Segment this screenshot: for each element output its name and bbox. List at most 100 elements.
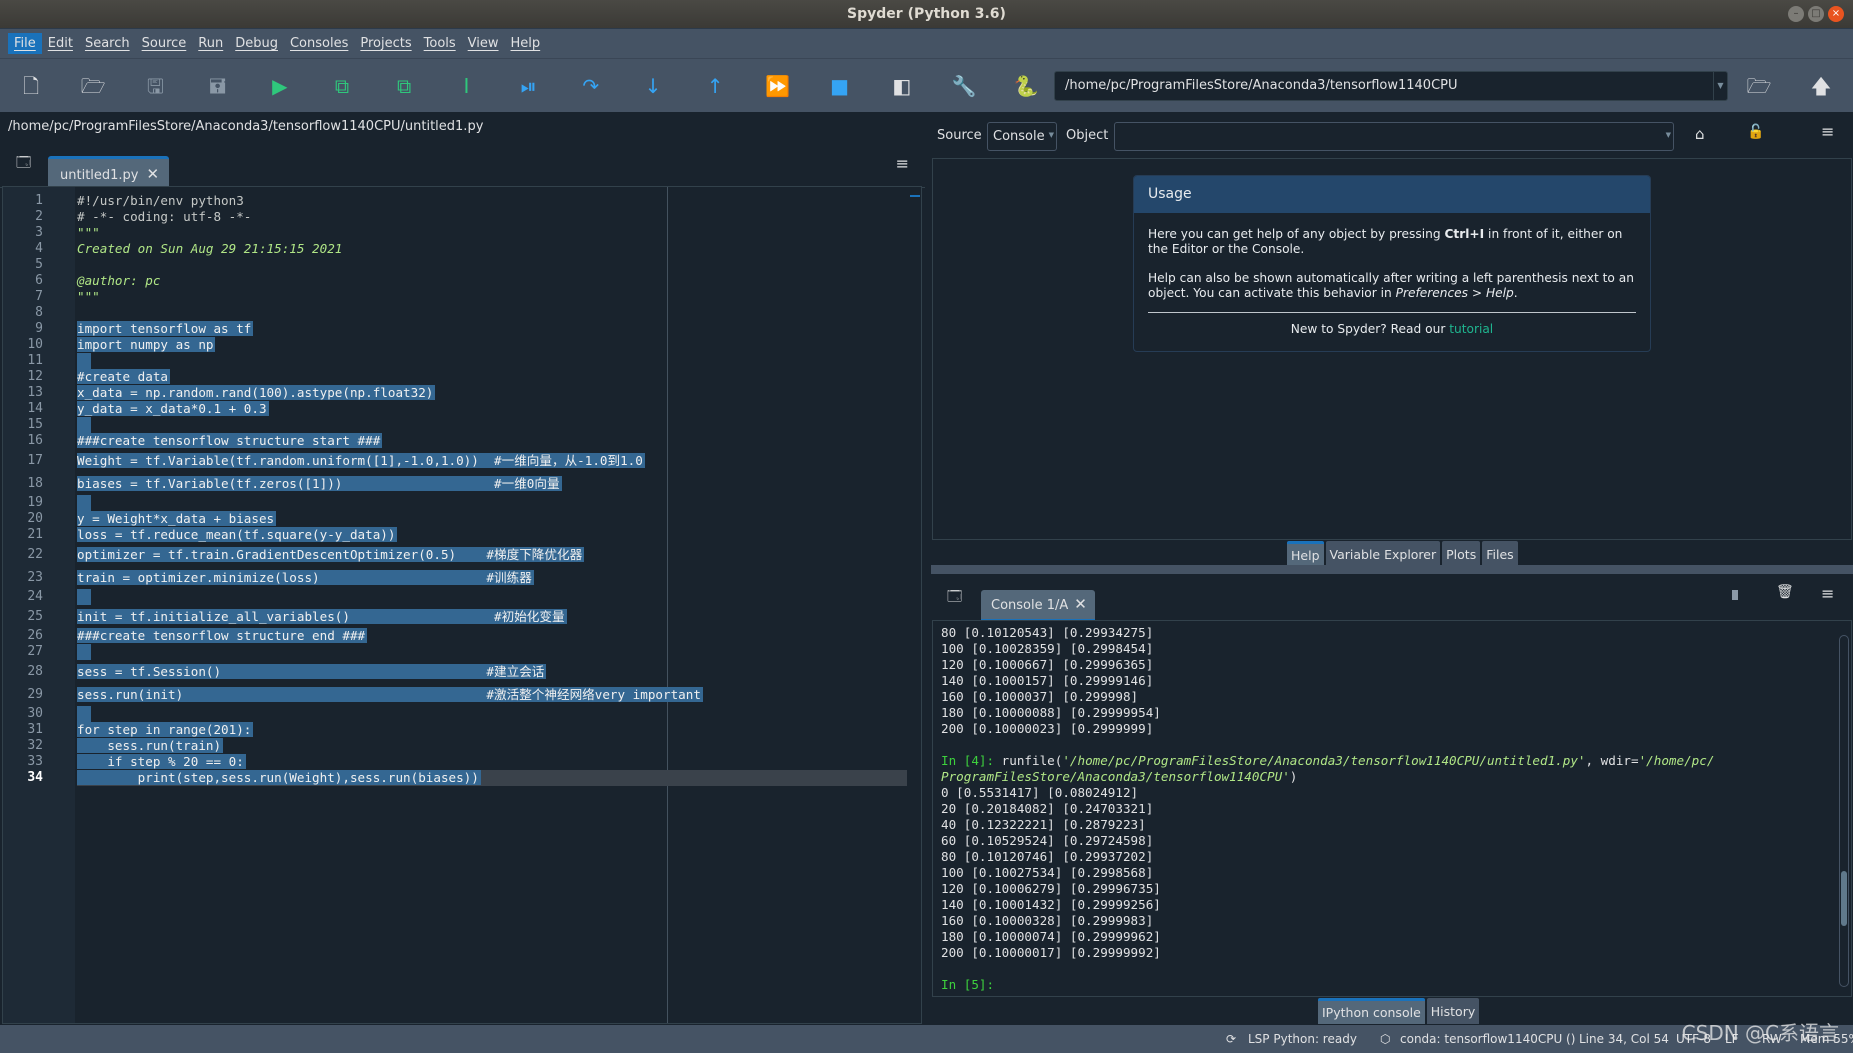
code-line[interactable]: #create data — [77, 369, 170, 385]
open-file-icon[interactable]: 🗁 — [78, 71, 108, 101]
menu-help[interactable]: Help — [505, 33, 547, 54]
stop-icon[interactable]: ■ — [825, 71, 855, 101]
preferences-icon[interactable]: 🔧 — [949, 71, 979, 101]
code-line[interactable]: ###create tensorflow structure end ### — [77, 628, 368, 644]
code-line[interactable] — [77, 644, 91, 660]
lock-icon[interactable]: 🔓 — [1747, 124, 1764, 140]
code-text: for step in range(201): — [77, 722, 254, 737]
tab-help[interactable]: Help — [1287, 541, 1324, 567]
stop-icon[interactable] — [1732, 590, 1738, 600]
step-icon[interactable]: ↷ — [576, 71, 606, 101]
code-line[interactable]: @author: pc — [77, 273, 160, 289]
run-icon[interactable]: ▶ — [265, 71, 295, 101]
line-number: 23 — [27, 569, 43, 585]
folder-open-icon[interactable]: 🗁 — [1744, 71, 1774, 101]
save-all-icon[interactable]: 🖬 — [203, 71, 233, 101]
options-menu-icon[interactable]: ≡ — [1821, 584, 1834, 603]
pane-splitter[interactable] — [931, 565, 1853, 574]
code-line[interactable]: import numpy as np — [77, 337, 216, 353]
step-return-icon[interactable]: ↑ — [700, 71, 730, 101]
home-icon[interactable]: ⌂ — [1695, 125, 1705, 143]
code-line[interactable]: Weight = tf.Variable(tf.random.uniform([… — [77, 449, 645, 472]
code-line[interactable]: #!/usr/bin/env python3 — [77, 193, 244, 209]
code-editor[interactable]: 1 2 3 4 5 6 7 8 9 10 11 12 13 14 15 16 17 18 19 20 21 22 23 24 2… — [2, 186, 922, 1024]
code-line[interactable]: y = Weight*x_data + biases — [77, 511, 277, 527]
close-icon[interactable]: ✕ — [147, 165, 160, 183]
menu-source[interactable]: Source — [136, 33, 193, 54]
code-line[interactable] — [77, 706, 91, 722]
code-line[interactable]: """ — [77, 225, 100, 241]
menu-debug[interactable]: Debug — [229, 33, 284, 54]
options-menu-icon[interactable]: ≡ — [896, 154, 909, 173]
tab-console-1a[interactable]: Console 1/A ✕ — [981, 590, 1095, 622]
maximize-button[interactable]: □ — [1808, 6, 1824, 22]
scrollbar-thumb[interactable] — [1841, 871, 1847, 926]
tab-variable-explorer[interactable]: Variable Explorer — [1325, 541, 1441, 567]
save-icon[interactable]: 🖫 — [140, 71, 170, 101]
code-line[interactable]: """ — [77, 289, 100, 305]
code-line[interactable]: import tensorflow as tf — [77, 321, 254, 337]
chevron-down-icon[interactable]: ▼ — [1713, 72, 1727, 100]
code-line[interactable]: if step % 20 == 0: — [77, 754, 246, 770]
tab-files[interactable]: Files — [1482, 541, 1518, 567]
code-line[interactable]: sess.run(train) — [77, 738, 224, 754]
step-into-icon[interactable]: ↓ — [638, 71, 668, 101]
code-line[interactable]: Created on Sun Aug 29 21:15:15 2021 — [77, 241, 342, 257]
menu-consoles[interactable]: Consoles — [284, 33, 354, 54]
debug-icon[interactable]: ⏯ — [514, 71, 544, 101]
code-line[interactable]: for step in range(201): — [77, 722, 254, 738]
source-combo[interactable]: Console ▼ — [987, 122, 1057, 151]
code-line[interactable] — [77, 495, 91, 511]
code-line[interactable]: optimizer = tf.train.GradientDescentOpti… — [77, 543, 585, 566]
menu-projects[interactable]: Projects — [354, 33, 417, 54]
run-cell-advance-icon[interactable]: ⧉ — [389, 71, 419, 101]
code-line[interactable]: x_data = np.random.rand(100).astype(np.f… — [77, 385, 436, 401]
code-line[interactable]: y_data = x_data*0.1 + 0.3 — [77, 401, 269, 417]
code-line[interactable] — [77, 417, 91, 433]
maximize-pane-icon[interactable]: ◧ — [887, 71, 917, 101]
code-line[interactable]: init = tf.initialize_all_variables() #初始… — [77, 605, 567, 628]
line-number: 2 — [35, 209, 43, 224]
code-line[interactable]: ###create tensorflow structure start ### — [77, 433, 383, 449]
menu-tools[interactable]: Tools — [418, 33, 462, 54]
ipython-console[interactable]: 80 [0.10120543] [0.29934275] 100 [0.10028… — [932, 620, 1852, 997]
code-line[interactable] — [77, 589, 91, 605]
browse-tabs-icon[interactable]: 🗔 — [947, 586, 962, 610]
menu-file[interactable]: File — [8, 33, 42, 54]
options-menu-icon[interactable]: ≡ — [1821, 122, 1834, 141]
tutorial-link[interactable]: tutorial — [1449, 322, 1493, 336]
close-icon[interactable]: ✕ — [1074, 595, 1087, 613]
trash-icon[interactable]: 🗑 — [1776, 584, 1794, 600]
code-line[interactable]: print(step,sess.run(Weight),sess.run(bia… — [77, 770, 481, 786]
menu-run[interactable]: Run — [192, 33, 229, 54]
continue-icon[interactable]: ⏩ — [762, 71, 792, 101]
code-line[interactable]: sess.run(init) #激活整个神经网络very important — [77, 683, 703, 706]
object-combo[interactable]: ▼ — [1114, 122, 1674, 151]
menu-edit[interactable]: Edit — [42, 33, 79, 54]
minimize-button[interactable]: – — [1788, 6, 1804, 22]
menu-search[interactable]: Search — [79, 33, 136, 54]
code-line[interactable]: sess = tf.Session() #建立会话 — [77, 660, 547, 683]
console-line: 140 [0.10001432] [0.29999256] — [941, 897, 1161, 912]
tab-plots[interactable]: Plots — [1442, 541, 1481, 567]
code-line[interactable]: # -*- coding: utf-8 -*- — [77, 209, 251, 225]
run-cell-icon[interactable]: ⧉ — [327, 71, 357, 101]
new-file-icon[interactable]: 🗋 — [16, 71, 46, 101]
code-line[interactable]: loss = tf.reduce_mean(tf.square(y-y_data… — [77, 527, 398, 543]
run-selection-icon[interactable]: I — [451, 71, 481, 101]
code-line[interactable]: train = optimizer.minimize(loss) #训练器 — [77, 566, 534, 589]
code-line[interactable]: biases = tf.Variable(tf.zeros([1])) #一维0… — [77, 472, 562, 495]
working-directory-combo[interactable]: /home/pc/ProgramFilesStore/Anaconda3/ten… — [1054, 71, 1728, 101]
console-scrollbar[interactable] — [1839, 635, 1849, 987]
arrow-up-icon[interactable]: 🡅 — [1806, 71, 1836, 101]
code-line[interactable] — [77, 353, 91, 369]
tab-untitled1[interactable]: untitled1.py ✕ — [48, 156, 170, 188]
line-number: 31 — [27, 722, 43, 737]
menu-view[interactable]: View — [462, 33, 505, 54]
browse-tabs-icon[interactable]: 🗔 — [16, 152, 31, 176]
tab-ipython-console[interactable]: IPython console — [1318, 998, 1425, 1024]
python-path-manager-icon[interactable]: 🐍 — [1011, 71, 1041, 101]
tab-history[interactable]: History — [1426, 998, 1480, 1024]
window-title: Spyder (Python 3.6) — [847, 6, 1006, 22]
close-window-button[interactable]: × — [1828, 6, 1844, 22]
